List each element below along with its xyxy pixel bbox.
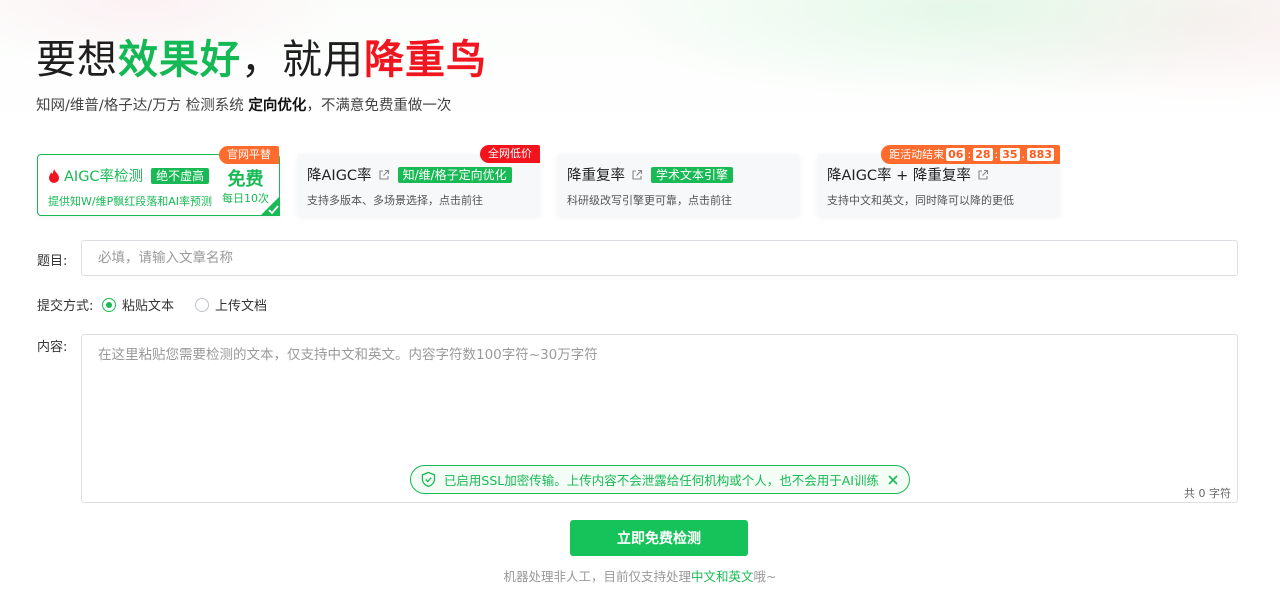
countdown-separator: : <box>994 148 999 161</box>
ssl-notice: 已启用SSL加密传输。上传内容不会泄露给任何机构或个人，也不会用于AI训练 <box>410 465 910 494</box>
page-title: 要想效果好，就用降重鸟 <box>36 34 487 86</box>
card-title: 降AIGC率 + 降重复率 <box>827 168 971 184</box>
title-input[interactable] <box>81 240 1238 276</box>
card-reduce-both[interactable]: 降AIGC率 + 降重复率 支持中文和英文，同时降可以降的更低 距活动结束 06… <box>817 145 1060 216</box>
subtitle-pre: 知网/维普/格子达/万方 检测系统 <box>36 98 249 114</box>
card-tag: 知/维/格子定向优化 <box>397 166 512 183</box>
card-tag: 学术文本引擎 <box>651 166 734 183</box>
radio-paste-text[interactable]: 粘贴文本 <box>102 295 174 314</box>
external-link-icon <box>978 169 988 180</box>
countdown-minutes: 28 <box>973 148 993 161</box>
external-link-icon <box>379 169 389 180</box>
card-tag: 绝不虚高 <box>151 167 210 184</box>
card-title-row: 降AIGC率 + 降重复率 <box>827 164 989 185</box>
ribbon-badge: 全网低价 <box>480 145 540 163</box>
card-title: AIGC率检测 <box>64 169 144 185</box>
footer-note: 机器处理非人工，目前仅支持处理中文和英文哦~ <box>0 566 1280 585</box>
footer-note-post: 哦~ <box>753 569 777 584</box>
countdown-separator: . <box>1021 148 1026 161</box>
radio-label: 粘贴文本 <box>122 299 175 314</box>
countdown-label: 距活动结束 <box>889 148 945 161</box>
countdown-seconds: 35 <box>1000 148 1020 161</box>
selected-check-icon <box>260 196 280 216</box>
countdown-timer: 距活动结束 06 : 28 : 35 . 883 <box>881 145 1060 164</box>
card-desc: 提供知W/维P飘红段落和AI率预测 <box>48 195 212 208</box>
countdown-hours: 06 <box>946 148 966 161</box>
character-count: 共 0 字符 <box>1184 487 1231 500</box>
card-desc: 支持中文和英文，同时降可以降的更低 <box>827 194 1014 207</box>
external-link-icon <box>632 169 643 180</box>
footer-note-highlight: 中文和英文 <box>691 569 754 584</box>
footer-note-pre: 机器处理非人工，目前仅支持处理 <box>503 569 691 584</box>
radio-label: 上传文档 <box>215 299 268 314</box>
title-label: 题目: <box>37 254 68 269</box>
fire-icon <box>49 168 59 183</box>
shield-check-icon <box>421 471 436 488</box>
content-label: 内容: <box>37 340 68 355</box>
card-title-row: AIGC率检测 绝不虚高 <box>48 165 210 186</box>
card-title: 降重复率 <box>567 168 625 184</box>
card-reduce-aigc[interactable]: 降AIGC率 知/维/格子定向优化 支持多版本、多场景选择，点击前往 全网低价 <box>297 145 540 216</box>
card-title-row: 降AIGC率 知/维/格子定向优化 <box>307 164 512 185</box>
countdown-milliseconds: 883 <box>1027 148 1054 161</box>
card-reduce-duplicate[interactable]: 降重复率 学术文本引擎 科研级改写引擎更可靠，点击前往 <box>557 154 800 216</box>
free-label: 免费 <box>227 169 264 190</box>
card-title: 降AIGC率 <box>307 168 372 184</box>
radio-upload-document[interactable]: 上传文档 <box>195 295 267 314</box>
card-title-row: 降重复率 学术文本引擎 <box>567 164 734 185</box>
title-part-3: ，就用 <box>241 37 364 83</box>
method-label: 提交方式: <box>37 299 94 314</box>
submit-free-check-button[interactable]: 立即免费检测 <box>570 520 748 556</box>
radio-button-selected[interactable] <box>102 297 116 312</box>
card-desc: 支持多版本、多场景选择，点击前往 <box>307 194 483 207</box>
radio-button[interactable] <box>195 297 209 312</box>
ribbon-badge: 官网平替 <box>219 146 279 164</box>
countdown-separator: : <box>967 148 972 161</box>
subtitle-post: ，不满意免费重做一次 <box>306 98 452 114</box>
card-aigc-detect[interactable]: AIGC率检测 绝不虚高 提供知W/维P飘红段落和AI率预测 免费 每日10次 … <box>37 146 280 216</box>
ssl-notice-text: 已启用SSL加密传输。上传内容不会泄露给任何机构或个人，也不会用于AI训练 <box>443 473 879 488</box>
subtitle-bold: 定向优化 <box>248 98 307 114</box>
card-desc: 科研级改写引擎更可靠，点击前往 <box>567 194 732 207</box>
brand-name: 降重鸟 <box>364 37 487 83</box>
close-icon[interactable] <box>887 474 899 486</box>
page-subtitle: 知网/维普/格子达/万方 检测系统 定向优化，不满意免费重做一次 <box>36 94 451 115</box>
title-part-2: 效果好 <box>118 37 241 83</box>
title-part-1: 要想 <box>36 37 118 83</box>
